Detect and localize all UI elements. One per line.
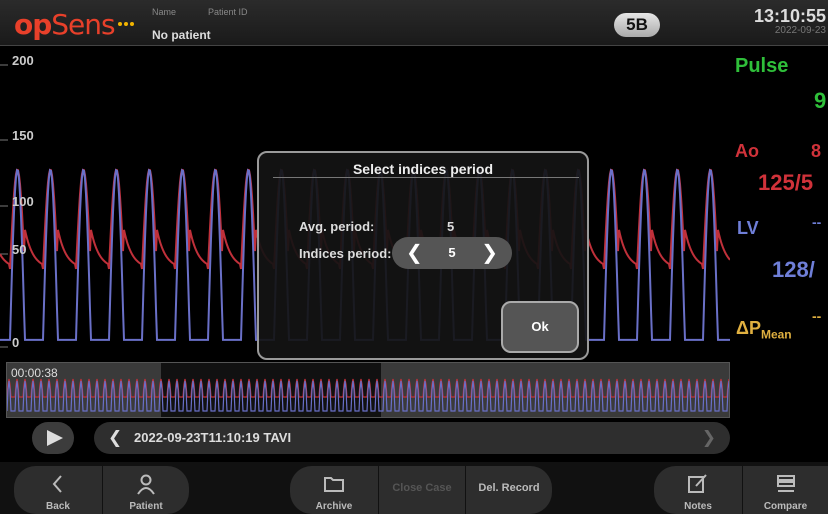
ao-mean: 8 — [811, 141, 822, 161]
lv-value: 128/ — [772, 257, 815, 282]
pulse-label: Pulse — [735, 55, 789, 77]
increase-icon[interactable]: ❯ — [481, 240, 498, 264]
close-case-button: Close Case — [379, 466, 465, 514]
y-tick-150: 150 — [12, 128, 34, 143]
overview-waveforms — [7, 378, 729, 412]
delta-p-dash: -- — [812, 308, 822, 324]
next-record-icon[interactable]: ❯ — [702, 428, 716, 448]
lv-label: LV — [737, 218, 759, 238]
clock-time: 13:10:55 — [753, 6, 826, 26]
opsens-logo: opSens — [14, 8, 116, 41]
patient-id-label: Patient ID — [208, 7, 248, 17]
person-icon — [137, 474, 155, 495]
delta-p-mean-label: ΔPMean — [736, 318, 792, 342]
notes-button[interactable]: Notes — [654, 466, 742, 514]
indices-period-label: Indices period: — [299, 246, 392, 261]
folder-icon — [324, 477, 344, 492]
indices-period-stepper[interactable]: ❮ 5 ❯ — [392, 237, 512, 269]
record-title: 2022-09-23T11:10:19 TAVI — [134, 430, 292, 445]
patient-button[interactable]: Patient — [103, 466, 189, 514]
ok-button[interactable]: Ok — [501, 301, 579, 353]
edit-icon — [688, 474, 707, 493]
back-icon — [52, 475, 62, 493]
ao-value: 125/5 — [758, 170, 814, 195]
logo-dots — [118, 11, 136, 30]
play-icon — [47, 430, 63, 446]
y-tick-50: 50 — [12, 242, 27, 257]
delete-record-button[interactable]: Del. Record — [466, 466, 552, 514]
dialog-divider — [273, 177, 579, 178]
avg-period-label: Avg. period: — [299, 219, 375, 234]
compare-icon — [776, 475, 795, 492]
previous-record-icon[interactable]: ❮ — [108, 428, 122, 448]
play-button[interactable] — [32, 422, 74, 454]
mode-badge[interactable]: 5B — [614, 13, 660, 37]
compare-button[interactable]: Compare — [743, 466, 828, 514]
archive-button[interactable]: Archive — [290, 466, 378, 514]
y-tick-100: 100 — [12, 194, 34, 209]
y-tick-0: 0 — [12, 335, 20, 350]
name-label: Name — [152, 7, 177, 17]
avg-period-value: 5 — [447, 219, 455, 234]
top-bar: opSens Name Patient ID No patient 5B 13:… — [0, 0, 828, 46]
dialog-title: Select indices period — [352, 161, 494, 177]
clock: 13:10:55 2022-09-23 — [754, 6, 826, 36]
back-button[interactable]: Back — [14, 466, 102, 514]
overview-time: 00:00:38 — [11, 366, 58, 380]
bottom-toolbar: Back Patient Archive Close Case Del. Rec… — [0, 462, 828, 514]
lv-dash: -- — [812, 214, 822, 230]
y-tick-200: 200 — [12, 53, 34, 68]
patient-name: No patient — [152, 28, 211, 42]
trend-overview[interactable]: 00:00:38 — [6, 362, 730, 418]
record-selector[interactable]: ❮ 2022-09-23T11:10:19 TAVI ❯ — [94, 422, 730, 454]
pulse-value: 9 — [814, 88, 827, 113]
ao-label: Ao — [735, 141, 759, 161]
select-indices-period-dialog: Select indices period Avg. period: 5 Ind… — [257, 151, 589, 360]
